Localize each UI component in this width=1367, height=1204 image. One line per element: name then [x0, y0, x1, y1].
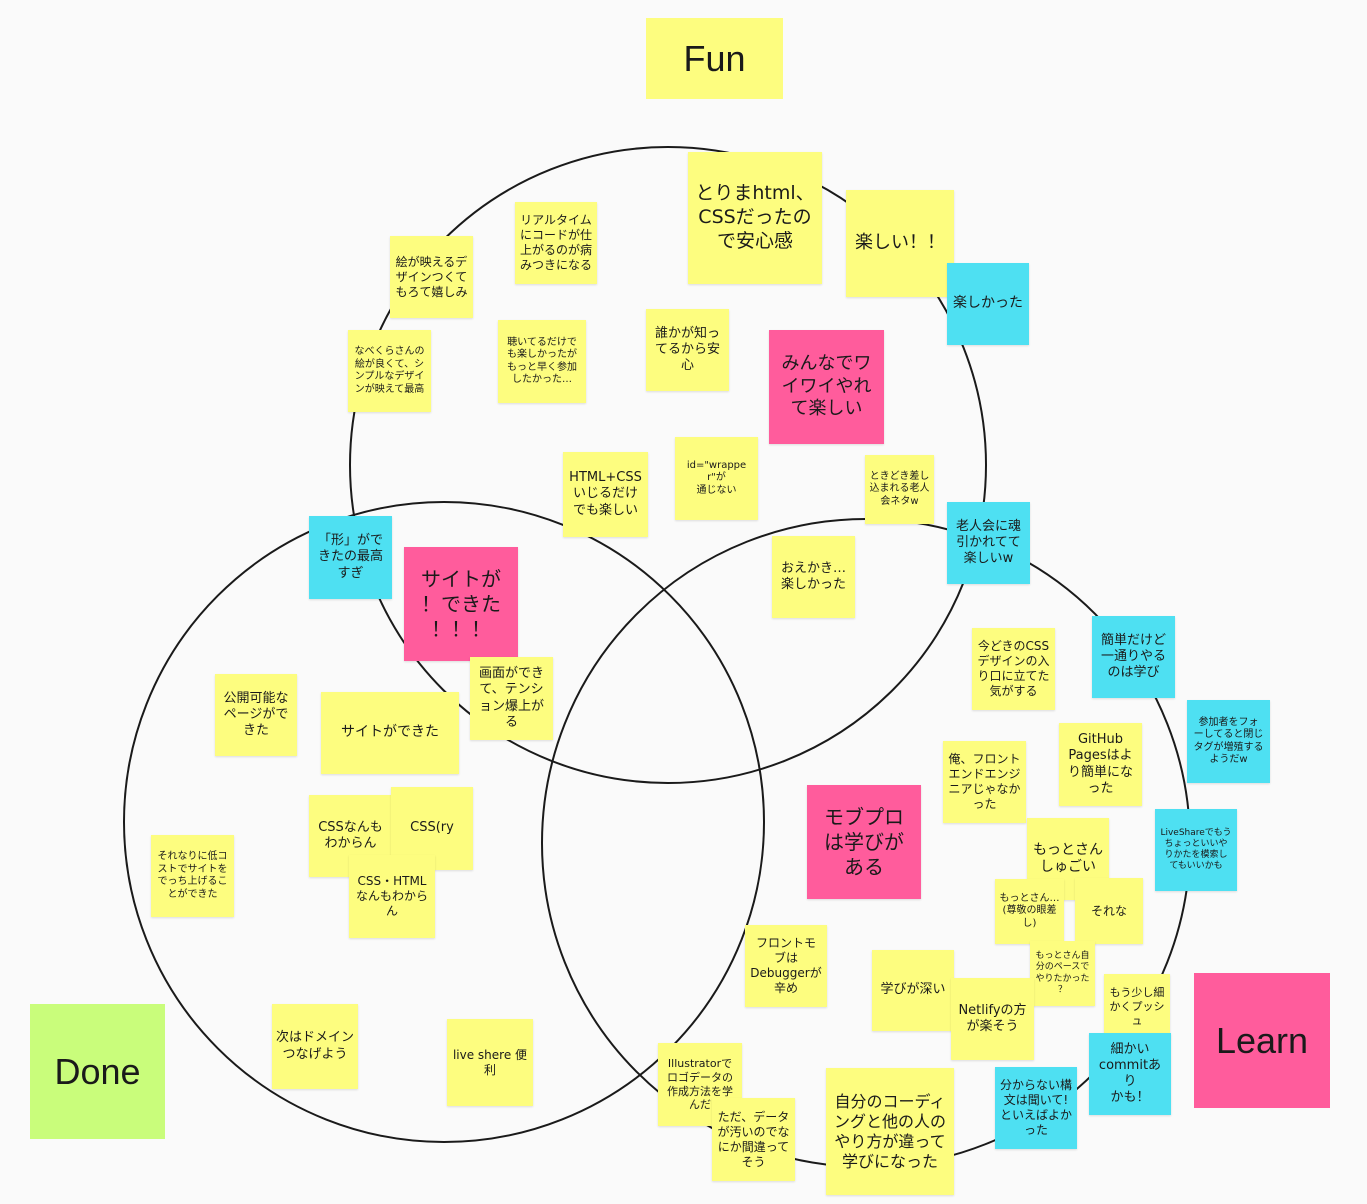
sticky-note[interactable]: 楽しかった: [947, 263, 1029, 345]
sticky-note[interactable]: サイトができた: [321, 692, 459, 774]
sticky-note[interactable]: 老人会に魂 引かれてて 楽しいw: [947, 502, 1030, 584]
sticky-note[interactable]: それなりに低コ ストでサイトを でっち上げるこ とができた: [151, 835, 234, 917]
sticky-note[interactable]: 次はドメイン つなげよう: [272, 1004, 358, 1089]
sticky-note[interactable]: 聴いてるだけで も楽しかったが もっと早く参加 したかった…: [498, 320, 586, 403]
sticky-note[interactable]: もう少し細 かくプッシ ュ: [1104, 974, 1170, 1040]
sticky-note[interactable]: それな: [1075, 878, 1143, 944]
sticky-note[interactable]: ただ、データ が汚いのでな にか間違って そう: [712, 1098, 795, 1181]
sticky-note[interactable]: LiveShareでもう ちょっといいや りかたを模索し てもいいかも: [1155, 809, 1237, 891]
sticky-note[interactable]: とりまhtml、 CSSだったの で安心感: [688, 152, 822, 284]
sticky-note[interactable]: live shere 便 利: [447, 1019, 533, 1106]
sticky-note[interactable]: 画面ができ て、テンシ ョン爆上が る: [470, 657, 553, 740]
sticky-note[interactable]: 分からない構 文は聞いて! といえばよか った: [995, 1067, 1077, 1149]
sticky-note[interactable]: 簡単だけど 一通りやる のは学び: [1092, 616, 1175, 698]
sticky-note[interactable]: 学びが深い: [872, 950, 954, 1031]
sticky-note[interactable]: 俺、フロント エンドエンジ ニアじゃなか った: [943, 741, 1026, 823]
sticky-note[interactable]: 楽しい！！: [846, 190, 954, 297]
sticky-note[interactable]: サイトが ！できた ！！！: [404, 547, 518, 661]
sticky-note[interactable]: おえかき… 楽しかった: [772, 536, 855, 618]
sticky-note[interactable]: CSS・HTML なんもわから ん: [349, 855, 435, 938]
sticky-note[interactable]: 細かい commitあり かも！: [1089, 1033, 1171, 1115]
sticky-note[interactable]: ときどき差し 込まれる老人 会ネタw: [865, 455, 934, 524]
sticky-note[interactable]: 公開可能な ページがで きた: [215, 674, 297, 756]
sticky-note[interactable]: Netlifyの方 が楽そう: [951, 978, 1034, 1060]
sticky-note[interactable]: フロントモ ブは Debuggerが 辛め: [745, 925, 827, 1007]
sticky-note[interactable]: リアルタイム にコードが仕 上がるのが病 みつきになる: [515, 202, 597, 284]
sticky-note[interactable]: 参加者をフォ ーしてると閉じ タグが増殖する ようだw: [1187, 700, 1270, 783]
sticky-note[interactable]: 「形」がで きたの最高 すぎ: [309, 516, 392, 599]
sticky-note[interactable]: 絵が映えるデ ザインつくて もろて嬉しみ: [390, 236, 473, 318]
sticky-note[interactable]: 誰かが知っ てるから安 心: [646, 309, 729, 391]
sticky-note[interactable]: HTML+CSS いじるだけ でも楽しい: [563, 452, 648, 537]
sticky-note[interactable]: id="wrapper"が 通じない: [675, 437, 758, 520]
sticky-note[interactable]: もっとさん自 分のペースで やりたかった ？: [1030, 941, 1095, 1006]
sticky-note[interactable]: モブプロ は学びが ある: [807, 785, 921, 899]
sticky-note[interactable]: 自分のコーディ ングと他の人の やり方が違って 学びになった: [826, 1068, 954, 1195]
sticky-note[interactable]: 今どきのCSS デザインの入 り口に立てた 気がする: [972, 628, 1055, 710]
category-label-fun[interactable]: Fun: [646, 18, 783, 99]
sticky-note[interactable]: なべくらさんの 絵が良くて、シ ンプルなデザイ ンが映えて最高: [348, 330, 431, 412]
category-label-done[interactable]: Done: [30, 1004, 165, 1139]
sticky-note[interactable]: みんなでワ イワイやれ て楽しい: [769, 330, 884, 444]
sticky-note[interactable]: GitHub Pagesはよ り簡単にな った: [1059, 723, 1142, 806]
category-label-learn[interactable]: Learn: [1194, 973, 1330, 1108]
sticky-note[interactable]: もっとさん… (尊敬の眼差 し): [995, 879, 1064, 944]
